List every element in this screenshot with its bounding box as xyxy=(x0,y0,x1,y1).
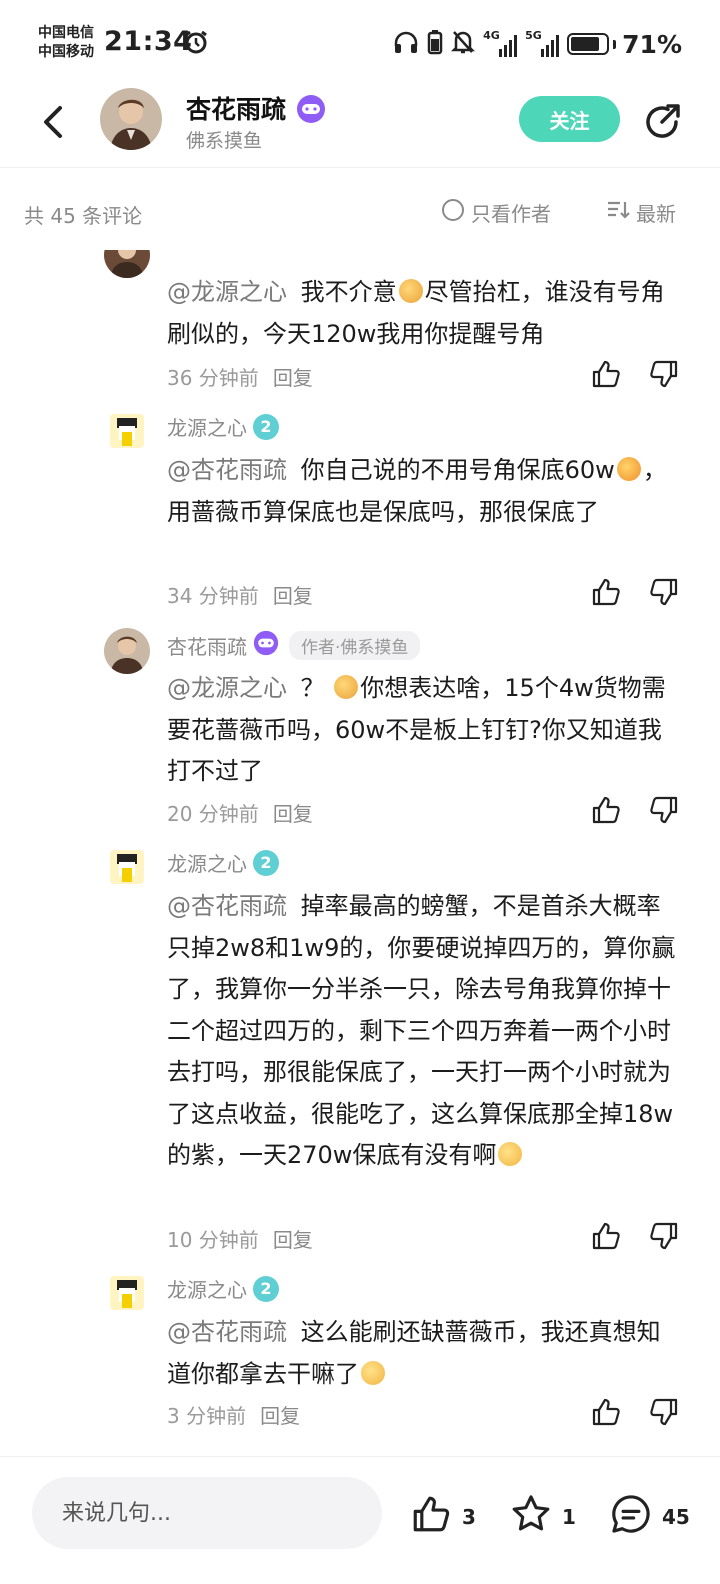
reply-button[interactable]: 回复 xyxy=(273,362,313,391)
follow-button[interactable]: 关注 xyxy=(519,96,620,142)
level-badge: 2 xyxy=(253,849,279,876)
author-tag: 作者·佛系摸鱼 xyxy=(289,631,421,660)
thumb-up-icon xyxy=(410,1493,452,1540)
reply-button[interactable]: 回复 xyxy=(260,1400,300,1429)
radio-circle-icon xyxy=(441,198,465,227)
like-icon[interactable] xyxy=(590,358,622,390)
comment-mention[interactable]: @龙源之心 xyxy=(167,278,287,306)
commenter-name[interactable]: 龙源之心 xyxy=(167,848,247,877)
smile-emoji-icon xyxy=(498,1142,523,1166)
commenter-avatar[interactable] xyxy=(104,250,150,278)
like-icon[interactable] xyxy=(590,576,622,608)
commenter-avatar[interactable] xyxy=(110,850,144,884)
favorite-count: 1 xyxy=(562,1504,576,1529)
post-header: 杏花雨疏 佛系摸鱼 关注 xyxy=(0,88,720,168)
comment-count: 共 45 条评论 xyxy=(24,204,143,228)
status-bar: 中国电信 中国移动 21:34 4G 5G 71% xyxy=(0,0,720,88)
comment-bubble-icon xyxy=(610,1493,652,1540)
comment-time: 20 分钟前 xyxy=(167,802,259,826)
author-subtitle: 佛系摸鱼 xyxy=(186,130,263,152)
headphones-icon xyxy=(393,30,419,58)
comment-mention[interactable]: @杏花雨疏 xyxy=(167,892,287,920)
comment-sort-bar: 共 45 条评论 只看作者 最新 xyxy=(0,170,720,250)
comment-text: @龙源之心 我不介意 尽管抬杠，谁没有号角刷似的，今天120w我用你提醒号角 xyxy=(167,278,665,348)
like-count: 3 xyxy=(462,1504,476,1529)
comment-meta: 34 分钟前 回复 xyxy=(167,580,313,609)
comment-total: 45 xyxy=(662,1504,690,1529)
like-icon[interactable] xyxy=(590,794,622,826)
comment-meta: 20 分钟前 回复 xyxy=(167,798,313,827)
dislike-icon[interactable] xyxy=(648,794,680,826)
comment-text: @杏花雨疏 你自己说的不用号角保底60w ，用蔷薇币算保底也是保底吗，那很保底了 xyxy=(167,456,667,526)
sort-icon xyxy=(606,199,630,226)
comment-input[interactable] xyxy=(32,1477,382,1549)
commenter-avatar[interactable] xyxy=(110,1276,144,1310)
comment-text: @杏花雨疏 掉率最高的螃蟹，不是首杀大概率只掉2w8和1w9的，你要硬说掉四万的… xyxy=(167,892,676,1169)
sort-latest-label: 最新 xyxy=(636,202,676,226)
like-icon[interactable] xyxy=(590,1220,622,1252)
thinking-emoji-icon xyxy=(398,279,423,303)
reply-button[interactable]: 回复 xyxy=(273,580,313,609)
share-icon[interactable] xyxy=(640,100,684,144)
reply-button[interactable]: 回复 xyxy=(273,1224,313,1253)
commenter-name[interactable]: 龙源之心 xyxy=(167,1274,247,1303)
comment-time: 3 分钟前 xyxy=(167,1404,247,1428)
signal-5g-icon: 5G xyxy=(525,29,560,57)
comment-meta: 3 分钟前 回复 xyxy=(167,1400,300,1429)
dislike-icon[interactable] xyxy=(648,1396,680,1428)
only-author-toggle[interactable]: 只看作者 xyxy=(441,198,551,227)
comment-list: @龙源之心 我不介意 尽管抬杠，谁没有号角刷似的，今天120w我用你提醒号角 36… xyxy=(0,250,720,1454)
comment-meta: 36 分钟前 回复 xyxy=(167,362,313,391)
only-author-label: 只看作者 xyxy=(471,202,551,226)
battery-icon: 71% xyxy=(567,30,682,59)
carrier-labels: 中国电信 中国移动 xyxy=(38,24,94,62)
comment-time: 34 分钟前 xyxy=(167,584,259,608)
headset-battery-icon xyxy=(427,29,443,59)
comment-meta: 10 分钟前 回复 xyxy=(167,1224,313,1253)
comment-mention[interactable]: @龙源之心 xyxy=(167,674,287,702)
smile-emoji-icon xyxy=(361,1360,385,1385)
author-avatar[interactable] xyxy=(100,88,162,150)
status-time: 21:34 xyxy=(104,26,193,57)
bottom-action-bar: 3 1 45 xyxy=(0,1456,720,1584)
author-name[interactable]: 杏花雨疏 xyxy=(186,90,286,126)
commenter-name-row: 龙源之心 2 xyxy=(167,412,279,441)
commenter-name-row: 龙源之心 2 xyxy=(167,848,279,877)
back-icon[interactable] xyxy=(36,102,76,142)
star-icon xyxy=(510,1493,552,1540)
commenter-name[interactable]: 杏花雨疏 xyxy=(167,631,247,660)
carrier-1: 中国电信 xyxy=(38,25,94,41)
like-icon[interactable] xyxy=(590,1396,622,1428)
dislike-icon[interactable] xyxy=(648,358,680,390)
battery-percent: 71% xyxy=(622,29,682,59)
comment-text: @龙源之心 ？ 你想表达啥，15个4w货物需要花蔷薇币吗，60w不是板上钉钉?你… xyxy=(167,674,666,785)
like-post-button[interactable]: 3 xyxy=(410,1493,476,1540)
mute-bell-icon xyxy=(451,29,476,59)
commenter-name-row: 龙源之心 2 xyxy=(167,1274,279,1303)
gamepad-badge-icon xyxy=(253,630,279,661)
thinking-emoji-icon xyxy=(334,675,359,699)
signal-4g-icon: 4G xyxy=(483,29,518,57)
commenter-avatar[interactable] xyxy=(104,628,150,674)
commenter-name-row: 杏花雨疏 作者·佛系摸鱼 xyxy=(167,630,421,661)
commenter-avatar[interactable] xyxy=(110,414,144,448)
favorite-button[interactable]: 1 xyxy=(510,1493,576,1540)
reply-button[interactable]: 回复 xyxy=(273,798,313,827)
grin-emoji-icon xyxy=(616,457,641,481)
comment-time: 36 分钟前 xyxy=(167,366,259,390)
comment-mention[interactable]: @杏花雨疏 xyxy=(167,456,287,484)
dislike-icon[interactable] xyxy=(648,576,680,608)
comment-text: @杏花雨疏 这么能刷还缺蔷薇币，我还真想知道你都拿去干嘛了 xyxy=(167,1318,661,1388)
dislike-icon[interactable] xyxy=(648,1220,680,1252)
comment-time: 10 分钟前 xyxy=(167,1228,259,1252)
gamepad-badge-icon xyxy=(296,94,326,128)
carrier-2: 中国移动 xyxy=(38,44,94,60)
alarm-icon xyxy=(183,29,209,59)
level-badge: 2 xyxy=(253,1275,279,1302)
sort-latest-button[interactable]: 最新 xyxy=(606,198,676,227)
comments-button[interactable]: 45 xyxy=(610,1493,690,1540)
commenter-name[interactable]: 龙源之心 xyxy=(167,412,247,441)
level-badge: 2 xyxy=(253,413,279,440)
comment-mention[interactable]: @杏花雨疏 xyxy=(167,1318,287,1346)
